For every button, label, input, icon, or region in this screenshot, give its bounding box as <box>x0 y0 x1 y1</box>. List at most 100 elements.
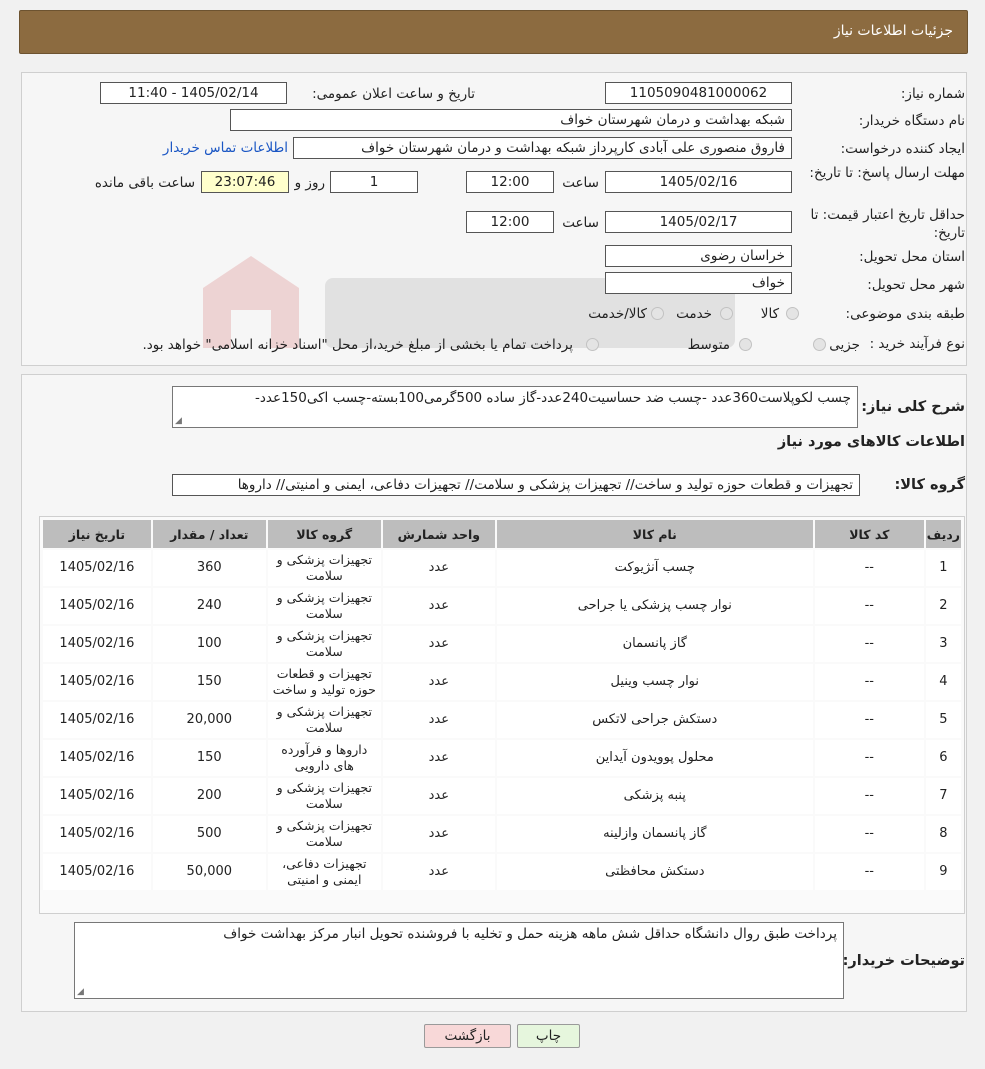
goods-group-cell: تجهیزات پزشکی و سلامت <box>267 550 381 586</box>
table-row: 2 -- نوار چسب پزشکی یا جراحی عدد تجهیزات پزش… <box>43 588 961 624</box>
goods-group-cell: داروها و فرآورده های دارویی <box>267 740 381 776</box>
goods-group-cell: تجهیزات پزشکی و سلامت <box>267 702 381 738</box>
row-number-cell: 3 <box>925 626 961 662</box>
goods-code-cell: -- <box>814 550 924 586</box>
category-goods-label: کالا <box>760 306 779 322</box>
row-number-cell: 4 <box>925 664 961 700</box>
goods-group-cell: تجهیزات پزشکی و سلامت <box>267 816 381 852</box>
treasury-note: پرداخت تمام یا بخشی از مبلغ خرید،از محل … <box>142 337 573 353</box>
reply-time-label: ساعت <box>562 175 599 191</box>
unit-cell: عدد <box>382 778 495 814</box>
goods-group-cell: تجهیزات پزشکی و سلامت <box>267 778 381 814</box>
goods-code-cell: -- <box>814 854 924 890</box>
row-number-cell: 2 <box>925 588 961 624</box>
print-button[interactable]: چاپ <box>517 1024 580 1048</box>
goods-name-cell: گاز پانسمان <box>496 626 813 662</box>
need-date-cell: 1405/02/16 <box>43 816 151 852</box>
unit-cell: عدد <box>382 854 495 890</box>
goods-code-cell: -- <box>814 740 924 776</box>
unit-cell: عدد <box>382 626 495 662</box>
buyer-notes-label: توضیحات خریدار: <box>842 953 965 969</box>
remaining-time-field: 23:07:46 <box>201 171 289 193</box>
category-goods-radio[interactable] <box>786 307 799 320</box>
need-date-cell: 1405/02/16 <box>43 626 151 662</box>
header-name: نام کالا <box>496 520 813 548</box>
buyer-contact-link[interactable]: اطلاعات تماس خریدار <box>163 140 288 156</box>
category-label: طبقه بندی موضوعی: <box>845 306 965 322</box>
creator-label: ایجاد کننده درخواست: <box>840 141 965 157</box>
header-code: کد کالا <box>814 520 924 548</box>
province-label: استان محل تحویل: <box>859 249 965 265</box>
category-goods-service-label: کالا/خدمت <box>588 306 647 322</box>
category-goods-service-radio[interactable] <box>651 307 664 320</box>
process-label: نوع فرآیند خرید : <box>869 336 965 352</box>
need-date-cell: 1405/02/16 <box>43 854 151 890</box>
buyer-org-field: شبکه بهداشت و درمان شهرستان خواف <box>230 109 792 131</box>
goods-name-cell: دستکش جراحی لاتکس <box>496 702 813 738</box>
goods-name-cell: محلول پوویدون آیداین <box>496 740 813 776</box>
price-validity-label: حداقل تاریخ اعتبار قیمت: تا تاریخ: <box>810 207 965 241</box>
unit-cell: عدد <box>382 588 495 624</box>
summary-label: شرح کلی نیاز: <box>861 399 965 415</box>
buyer-notes-textarea[interactable]: پرداخت طبق روال دانشگاه حداقل شش ماهه هز… <box>74 922 844 999</box>
need-number-field: 1105090481000062 <box>605 82 792 104</box>
row-number-cell: 5 <box>925 702 961 738</box>
process-partial-label: جزیی <box>829 337 860 353</box>
table-header-row: ردیف کد کالا نام کالا واحد شمارش گروه کا… <box>43 520 961 548</box>
quantity-cell: 50,000 <box>152 854 266 890</box>
unit-cell: عدد <box>382 740 495 776</box>
quantity-cell: 360 <box>152 550 266 586</box>
header-unit: واحد شمارش <box>382 520 495 548</box>
goods-name-cell: دستکش محافظتی <box>496 854 813 890</box>
remaining-label: ساعت باقی مانده <box>94 175 195 191</box>
goods-group-cell: تجهیزات پزشکی و سلامت <box>267 588 381 624</box>
need-date-cell: 1405/02/16 <box>43 740 151 776</box>
header-qty: تعداد / مقدار <box>152 520 266 548</box>
goods-name-cell: گاز پانسمان وازلینه <box>496 816 813 852</box>
validity-time-field: 12:00 <box>466 211 554 233</box>
validity-date-field: 1405/02/17 <box>605 211 792 233</box>
goods-table-body: 1 -- چسب آنژیوکت عدد تجهیزات پزشکی و سلامت 36… <box>43 550 961 890</box>
category-service-radio[interactable] <box>720 307 733 320</box>
row-number-cell: 6 <box>925 740 961 776</box>
table-row: 6 -- محلول پوویدون آیداین عدد داروها و فرآور… <box>43 740 961 776</box>
goods-name-cell: چسب آنژیوکت <box>496 550 813 586</box>
process-medium-radio[interactable] <box>739 338 752 351</box>
city-field: خواف <box>605 272 792 294</box>
quantity-cell: 500 <box>152 816 266 852</box>
quantity-cell: 200 <box>152 778 266 814</box>
goods-code-cell: -- <box>814 664 924 700</box>
treasury-checkbox[interactable] <box>586 338 599 351</box>
need-date-cell: 1405/02/16 <box>43 702 151 738</box>
buyer-org-label: نام دستگاه خریدار: <box>858 113 965 129</box>
buyer-notes-text: پرداخت طبق روال دانشگاه حداقل شش ماهه هز… <box>223 926 837 942</box>
unit-cell: عدد <box>382 550 495 586</box>
summary-textarea[interactable]: چسب لکوپلاست360عدد -چسب ضد حساسیت240عدد-… <box>172 386 858 428</box>
row-number-cell: 7 <box>925 778 961 814</box>
need-date-cell: 1405/02/16 <box>43 664 151 700</box>
process-partial-radio[interactable] <box>813 338 826 351</box>
goods-name-cell: پنبه پزشکی <box>496 778 813 814</box>
row-number-cell: 9 <box>925 854 961 890</box>
city-label: شهر محل تحویل: <box>867 277 965 293</box>
header-date: تاریخ نیاز <box>43 520 151 548</box>
days-label: روز و <box>294 175 325 191</box>
row-number-cell: 1 <box>925 550 961 586</box>
quantity-cell: 150 <box>152 740 266 776</box>
summary-text: چسب لکوپلاست360عدد -چسب ضد حساسیت240عدد-… <box>255 390 851 406</box>
goods-name-cell: نوار چسب پزشکی یا جراحی <box>496 588 813 624</box>
table-row: 4 -- نوار چسب وینیل عدد تجهیزات و قطعات حوزه… <box>43 664 961 700</box>
process-medium-label: متوسط <box>687 337 730 353</box>
goods-group-cell: تجهیزات دفاعی، ایمنی و امنیتی <box>267 854 381 890</box>
days-field: 1 <box>330 171 418 193</box>
goods-code-cell: -- <box>814 588 924 624</box>
table-row: 1 -- چسب آنژیوکت عدد تجهیزات پزشکی و سلامت 36… <box>43 550 961 586</box>
goods-section-title: اطلاعات کالاهای مورد نیاز <box>777 434 965 450</box>
table-row: 7 -- پنبه پزشکی عدد تجهیزات پزشکی و سلامت 200… <box>43 778 961 814</box>
goods-code-cell: -- <box>814 816 924 852</box>
goods-table-wrapper: ردیف کد کالا نام کالا واحد شمارش گروه کا… <box>39 516 965 914</box>
resize-grip-icon: ◢ <box>77 987 84 997</box>
validity-time-label: ساعت <box>562 215 599 231</box>
back-button[interactable]: بازگشت <box>424 1024 511 1048</box>
table-row: 5 -- دستکش جراحی لاتکس عدد تجهیزات پزشکی و س… <box>43 702 961 738</box>
